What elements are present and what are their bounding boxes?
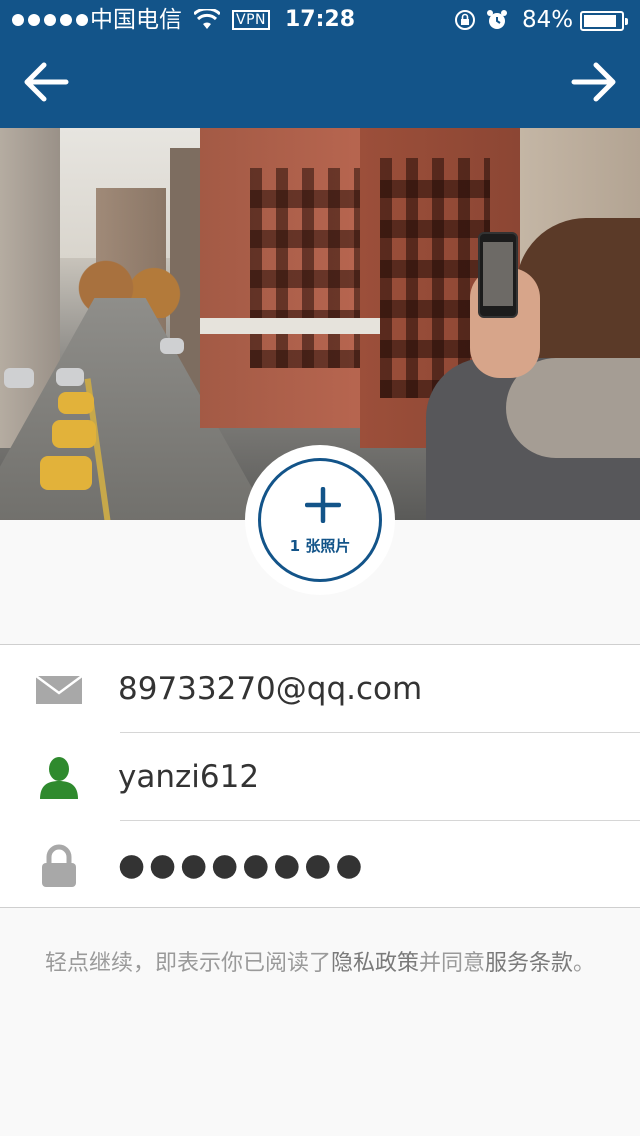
envelope-icon	[36, 674, 82, 704]
email-field[interactable]	[118, 663, 618, 715]
back-button[interactable]	[22, 60, 70, 104]
status-bar: 中国电信 VPN 17:28 84%	[0, 0, 640, 40]
terms-prefix: 轻点继续，即表示你已阅读了	[44, 951, 331, 976]
signup-form	[0, 644, 640, 908]
lock-icon	[42, 844, 76, 887]
alarm-icon	[487, 10, 507, 29]
terms-middle: 并同意	[418, 951, 485, 976]
next-button[interactable]	[570, 60, 618, 104]
arrow-left-icon	[24, 62, 69, 102]
top-header: 中国电信 VPN 17:28 84%	[0, 0, 640, 128]
email-row	[0, 645, 640, 733]
terms-of-service-link[interactable]: 服务条款	[485, 951, 573, 976]
terms-notice: 轻点继续，即表示你已阅读了隐私政策并同意服务条款。	[40, 946, 600, 982]
username-row	[0, 733, 640, 821]
privacy-policy-link[interactable]: 隐私政策	[331, 951, 419, 976]
plus-icon	[305, 487, 341, 523]
person-icon	[40, 757, 78, 799]
rotation-lock-icon	[455, 10, 475, 30]
password-field[interactable]	[118, 839, 618, 891]
add-photo-button[interactable]: 1 张照片	[258, 458, 382, 582]
arrow-right-icon	[571, 62, 616, 102]
battery-percent: 84%	[522, 7, 574, 33]
terms-suffix: 。	[573, 951, 596, 976]
password-row	[0, 821, 640, 909]
battery-icon	[580, 11, 628, 31]
username-field[interactable]	[118, 751, 618, 803]
photo-count-label: 1 张照片	[289, 537, 351, 555]
